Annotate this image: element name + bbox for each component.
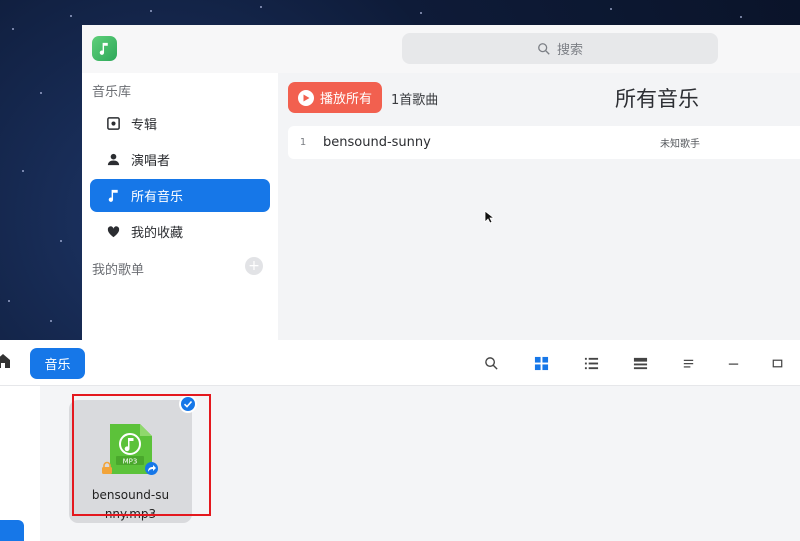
home-icon[interactable] bbox=[0, 353, 10, 369]
play-all-button[interactable]: 播放所有 bbox=[288, 82, 382, 113]
music-app-window: 搜索 音乐库 专辑 演唱者 所有音乐 我的收藏 我的歌单 + 播放所有 1首歌曲… bbox=[82, 25, 800, 355]
playlists-section-title: 我的歌单 bbox=[92, 263, 145, 278]
sidebar-item-label: 所有音乐 bbox=[131, 190, 184, 205]
selection-highlight-box bbox=[72, 394, 211, 516]
file-manager-toolbar: 音乐 bbox=[0, 340, 800, 386]
detail-view-icon[interactable] bbox=[631, 354, 649, 372]
song-row[interactable]: 1 bensound-sunny 未知歌手 bbox=[288, 126, 800, 159]
grid-view-icon[interactable] bbox=[532, 354, 550, 372]
menu-icon[interactable] bbox=[679, 354, 697, 372]
music-sidebar: 音乐库 专辑 演唱者 所有音乐 我的收藏 我的歌单 + bbox=[82, 73, 278, 355]
page-title: 所有音乐 bbox=[615, 87, 699, 111]
song-artist: 未知歌手 bbox=[660, 139, 700, 150]
search-icon bbox=[538, 42, 550, 55]
song-count: 1首歌曲 bbox=[391, 93, 439, 108]
play-icon bbox=[297, 89, 314, 106]
sidebar-selected-tab[interactable] bbox=[0, 520, 24, 541]
add-playlist-button[interactable]: + bbox=[245, 257, 263, 275]
sidebar-item-favorites[interactable]: 我的收藏 bbox=[90, 215, 270, 248]
maximize-icon[interactable] bbox=[768, 354, 786, 372]
song-index: 1 bbox=[299, 137, 307, 148]
sidebar-item-albums[interactable]: 专辑 bbox=[90, 107, 270, 140]
library-section-title: 音乐库 bbox=[92, 85, 132, 100]
music-main-area: 播放所有 1首歌曲 所有音乐 1 bensound-sunny 未知歌手 bbox=[278, 73, 800, 355]
search-input[interactable]: 搜索 bbox=[402, 33, 718, 64]
sidebar-item-label: 演唱者 bbox=[131, 154, 171, 169]
sidebar-item-all-music[interactable]: 所有音乐 bbox=[90, 179, 270, 212]
sidebar-item-artists[interactable]: 演唱者 bbox=[90, 143, 270, 176]
music-note-icon bbox=[108, 189, 118, 202]
album-icon bbox=[107, 117, 120, 130]
person-icon bbox=[107, 153, 120, 166]
list-view-icon[interactable] bbox=[582, 354, 600, 372]
heart-icon bbox=[107, 226, 120, 238]
mouse-cursor-icon bbox=[484, 210, 494, 224]
breadcrumb-music[interactable]: 音乐 bbox=[30, 348, 85, 379]
music-app-logo-icon bbox=[92, 36, 117, 61]
sidebar-item-label: 专辑 bbox=[131, 118, 158, 133]
search-placeholder: 搜索 bbox=[556, 43, 583, 58]
file-manager-sidebar bbox=[0, 386, 40, 541]
minimize-icon[interactable] bbox=[724, 354, 742, 372]
play-all-label: 播放所有 bbox=[319, 92, 372, 107]
sidebar-item-label: 我的收藏 bbox=[131, 226, 184, 241]
music-titlebar: 搜索 bbox=[82, 25, 800, 73]
search-icon[interactable] bbox=[482, 354, 500, 372]
song-name: bensound-sunny bbox=[323, 135, 431, 150]
